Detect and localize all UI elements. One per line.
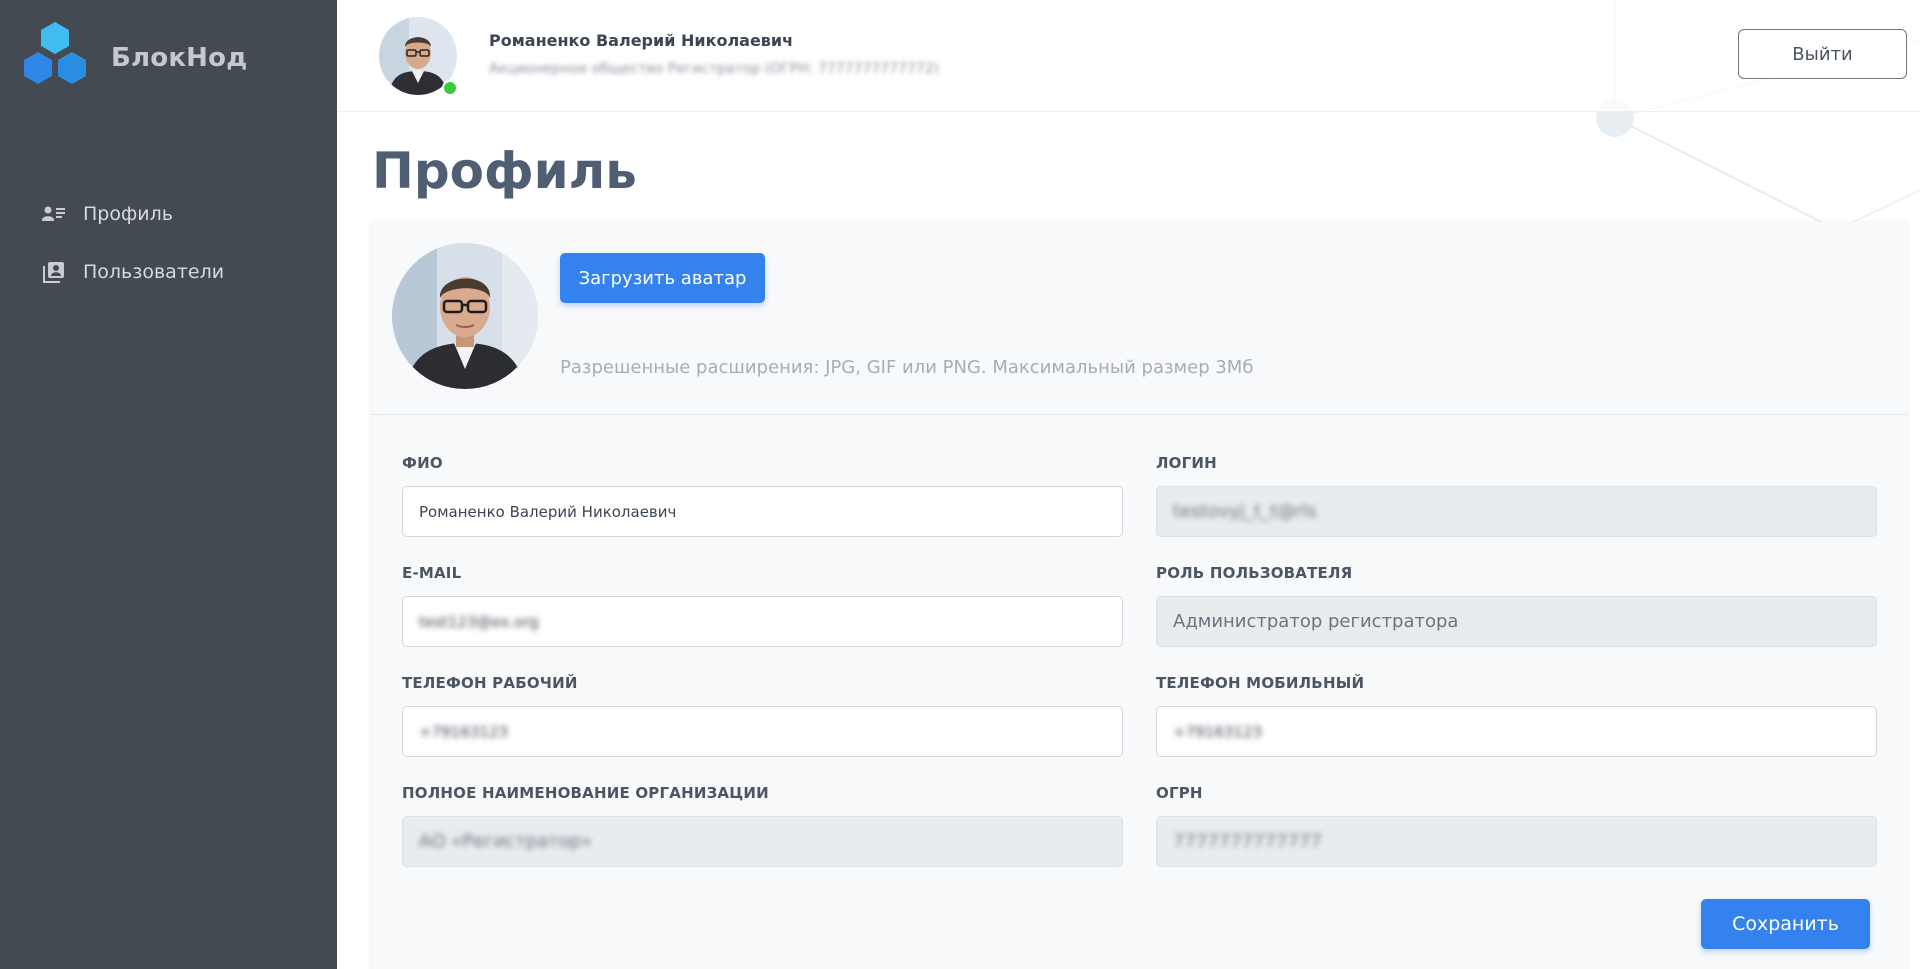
phone-mobile-label: ТЕЛЕФОН МОБИЛЬНЫЙ xyxy=(1156,674,1365,692)
org-name-label: ПОЛНОЕ НАИМЕНОВАНИЕ ОРГАНИЗАЦИИ xyxy=(402,784,769,802)
email-input[interactable]: test123@ex.org xyxy=(402,596,1123,647)
logout-button[interactable]: Выйти xyxy=(1738,29,1907,79)
role-input: Администратор регистратора xyxy=(1156,596,1877,647)
hexagon-logo-icon xyxy=(18,22,93,94)
login-value: testovyj_t_t@rls xyxy=(1173,501,1317,522)
page-title: Профиль xyxy=(372,142,637,200)
login-input: testovyj_t_t@rls xyxy=(1156,486,1877,537)
save-button[interactable]: Сохранить xyxy=(1701,899,1870,949)
profile-avatar xyxy=(392,243,538,389)
role-label: РОЛЬ ПОЛЬЗОВАТЕЛЯ xyxy=(1156,564,1353,582)
profile-card-icon xyxy=(42,202,66,226)
upload-hint: Разрешенные расширения: JPG, GIF или PNG… xyxy=(560,357,1254,378)
brand-name: БлокНод xyxy=(111,43,248,73)
main-content: Романенко Валерий Николаевич Акционерное… xyxy=(337,0,1920,969)
phone-work-value: +7916312З xyxy=(419,722,508,741)
ogrn-label: ОГРН xyxy=(1156,784,1203,802)
email-label: E-MAIL xyxy=(402,564,462,582)
sidebar: БлокНод Профиль Пользователи xyxy=(0,0,337,969)
org-name-input: АО «Регистратор» xyxy=(402,816,1123,867)
sidebar-item-label: Пользователи xyxy=(83,261,225,283)
phone-mobile-value: +7916312З xyxy=(1173,722,1262,741)
fio-input[interactable]: Романенко Валерий Николаевич xyxy=(402,486,1123,537)
upload-avatar-button[interactable]: Загрузить аватар xyxy=(560,253,765,303)
sidebar-item-profile[interactable]: Профиль xyxy=(0,185,337,243)
phone-work-input[interactable]: +7916312З xyxy=(402,706,1123,757)
login-label: ЛОГИН xyxy=(1156,454,1217,472)
header-user-name: Романенко Валерий Николаевич xyxy=(489,31,794,50)
users-book-icon xyxy=(42,260,66,284)
org-name-value: АО «Регистратор» xyxy=(419,831,593,852)
ogrn-input: 7777777777777 xyxy=(1156,816,1877,867)
sidebar-nav: Профиль Пользователи xyxy=(0,185,337,301)
fio-label: ФИО xyxy=(402,454,443,472)
divider xyxy=(371,414,1907,415)
online-status-indicator xyxy=(442,80,458,96)
header-organization: Акционерное общество Регистратор (ОГРН: … xyxy=(489,61,940,77)
app-root: БлокНод Профиль Пользователи Романенко В… xyxy=(0,0,1920,969)
phone-mobile-input[interactable]: +7916312З xyxy=(1156,706,1877,757)
sidebar-item-users[interactable]: Пользователи xyxy=(0,243,337,301)
ogrn-value: 7777777777777 xyxy=(1173,831,1322,852)
top-bar: Романенко Валерий Николаевич Акционерное… xyxy=(337,0,1920,112)
sidebar-item-label: Профиль xyxy=(83,203,173,225)
brand[interactable]: БлокНод xyxy=(18,20,247,96)
profile-card: Загрузить аватар Разрешенные расширения:… xyxy=(371,222,1907,969)
email-value: test123@ex.org xyxy=(419,612,539,631)
phone-work-label: ТЕЛЕФОН РАБОЧИЙ xyxy=(402,674,578,692)
